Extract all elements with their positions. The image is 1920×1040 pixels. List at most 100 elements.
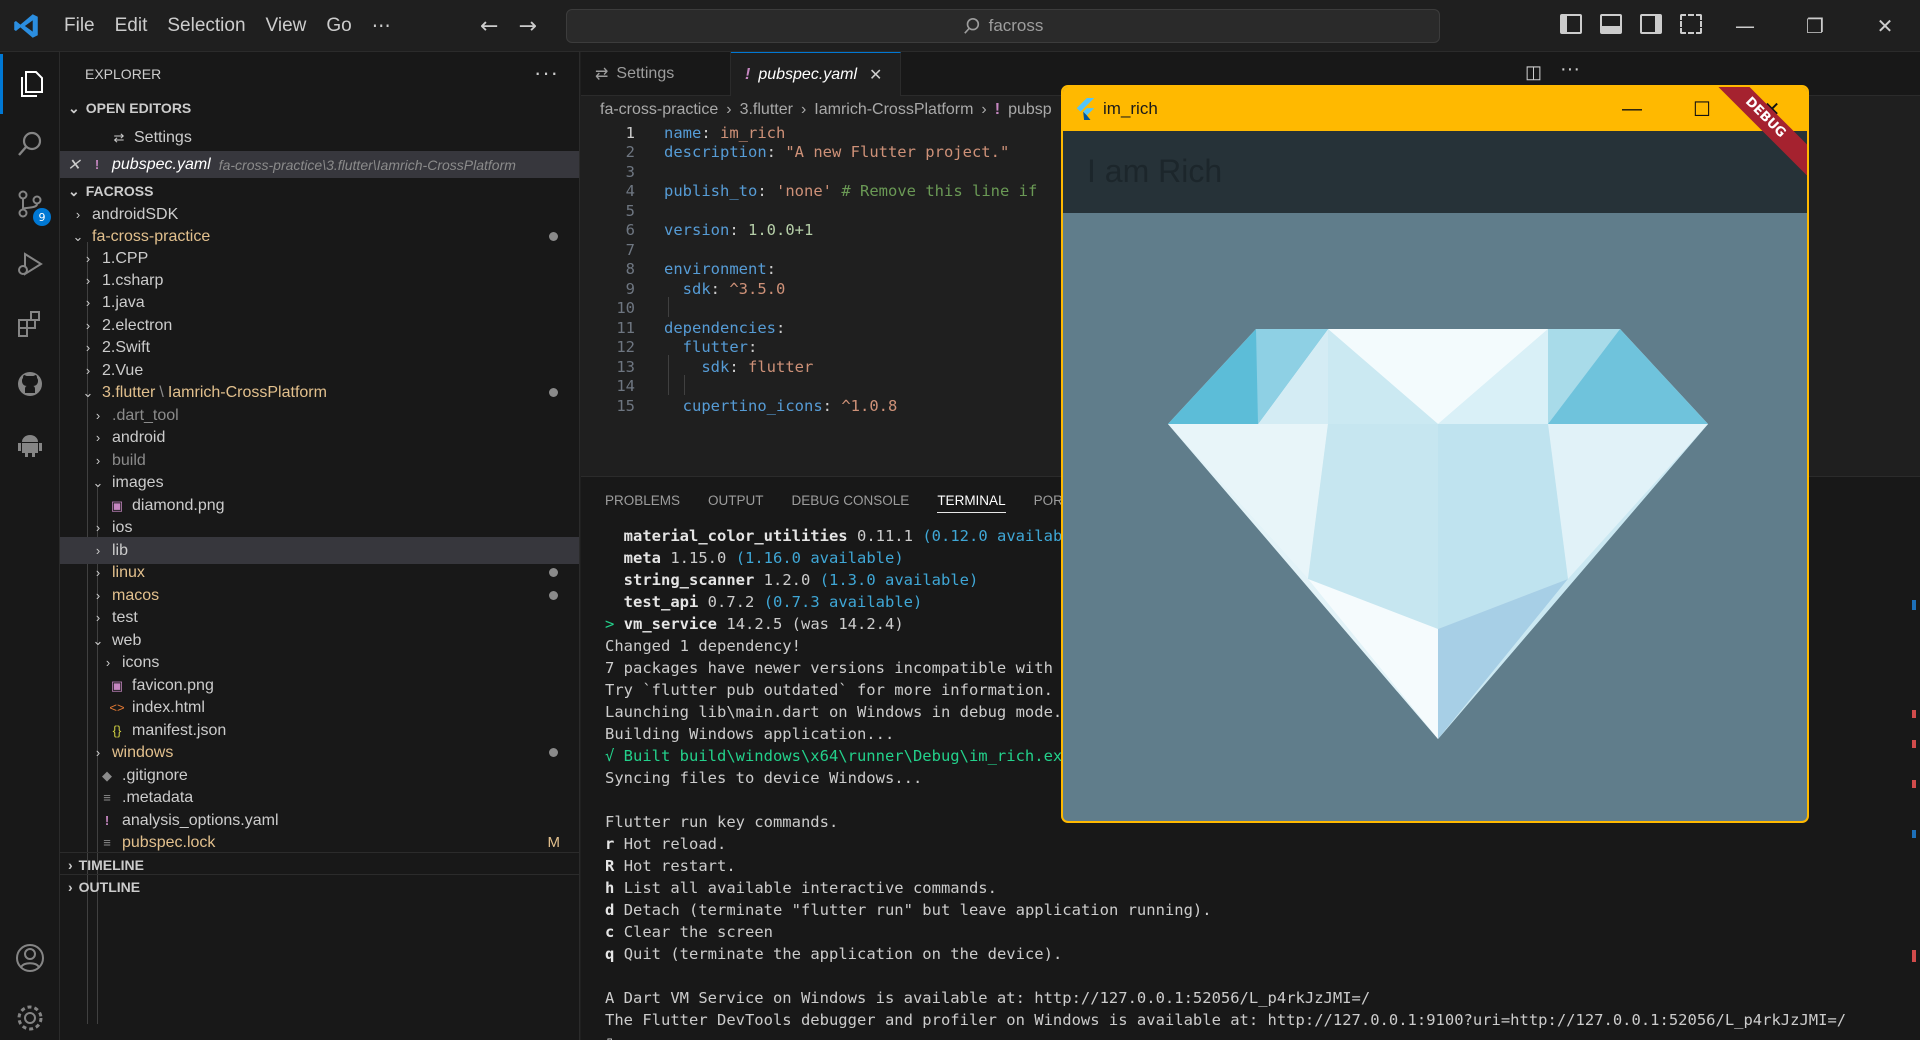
chevron-right-icon: › xyxy=(95,588,101,603)
flutter-app-window: im_rich — ☐ ✕ I am Rich DEBUG xyxy=(1061,85,1809,823)
breadcrumb-item[interactable]: 3.flutter xyxy=(740,101,793,119)
chevron-right-icon: › xyxy=(95,610,101,625)
chevron-right-icon: › xyxy=(85,363,91,378)
vscode-logo-icon xyxy=(14,14,38,38)
menu-go[interactable]: Go xyxy=(316,15,361,37)
menu-file[interactable]: File xyxy=(54,15,105,37)
settings-file-icon: ⇄ xyxy=(595,66,609,83)
scm-badge: 9 xyxy=(33,208,51,226)
search-activity[interactable] xyxy=(0,114,60,174)
close-tab-icon[interactable]: ✕ xyxy=(869,65,882,85)
breadcrumb-item[interactable]: Iamrich-CrossPlatform xyxy=(814,101,973,119)
menu-view[interactable]: View xyxy=(256,15,317,37)
tab-terminal[interactable]: TERMINAL xyxy=(937,493,1006,513)
close-icon[interactable]: ✕ xyxy=(1850,0,1920,52)
yaml-file-icon: ! xyxy=(104,813,110,828)
explorer-sidebar: EXPLORER ··· ⌄ OPEN EDITORS ⇄ Settings ✕… xyxy=(60,52,580,1040)
modified-dot xyxy=(549,748,558,757)
editor-more-icon[interactable]: ··· xyxy=(1560,58,1580,81)
scroll-marker xyxy=(1912,950,1916,962)
restore-icon[interactable]: ❐ xyxy=(1780,0,1850,52)
diamond-image xyxy=(1168,329,1708,739)
gear-icon xyxy=(17,1005,43,1031)
chevron-right-icon: › xyxy=(85,251,91,266)
chevron-down-icon: ⌄ xyxy=(68,99,80,116)
image-file-icon: ▣ xyxy=(110,497,124,513)
run-debug-icon xyxy=(18,252,43,276)
modified-dot xyxy=(549,568,558,577)
back-arrow-icon[interactable]: ← xyxy=(480,14,498,39)
breadcrumb-item[interactable]: fa-cross-practice xyxy=(600,101,718,119)
run-debug-activity[interactable] xyxy=(0,234,60,294)
android-activity[interactable] xyxy=(0,414,60,474)
menu-selection[interactable]: Selection xyxy=(157,15,255,37)
image-file-icon: ▣ xyxy=(110,677,124,693)
source-control-activity[interactable]: 9 xyxy=(0,174,60,234)
chevron-right-icon: › xyxy=(68,856,73,873)
scroll-marker xyxy=(1912,780,1916,788)
timeline-header[interactable]: › TIMELINE xyxy=(60,852,579,876)
yaml-file-icon: ! xyxy=(94,157,100,172)
open-editor-pubspec[interactable]: ✕ ! pubspec.yaml fa-cross-practice\3.flu… xyxy=(60,151,579,178)
toggle-panel-icon[interactable] xyxy=(1600,14,1622,34)
scroll-marker xyxy=(1912,600,1916,610)
toggle-primary-sidebar-icon[interactable] xyxy=(1560,14,1582,34)
tab-debug-console[interactable]: DEBUG CONSOLE xyxy=(792,493,910,513)
chevron-right-icon: › xyxy=(95,453,101,468)
scroll-marker xyxy=(1912,830,1916,838)
modified-dot xyxy=(549,591,558,600)
forward-arrow-icon[interactable]: → xyxy=(518,14,536,39)
yaml-file-icon: ! xyxy=(994,101,1001,118)
search-icon xyxy=(18,131,42,156)
activity-bar: 9 xyxy=(0,52,60,1040)
tab-output[interactable]: OUTPUT xyxy=(708,493,764,513)
explorer-activity[interactable] xyxy=(0,54,60,114)
chevron-right-icon: › xyxy=(105,655,111,670)
menu-more[interactable]: ⋯ xyxy=(362,15,401,38)
open-editors-header[interactable]: ⌄ OPEN EDITORS xyxy=(60,96,579,120)
tab-problems[interactable]: PROBLEMS xyxy=(605,493,680,513)
outline-header[interactable]: › OUTLINE xyxy=(60,874,579,898)
html-file-icon: <> xyxy=(109,700,125,715)
chevron-right-icon: › xyxy=(85,340,91,355)
customize-layout-icon[interactable] xyxy=(1680,14,1702,34)
text-file-icon: ≡ xyxy=(103,790,111,805)
command-center-search[interactable]: facross xyxy=(566,9,1440,43)
title-bar: File Edit Selection View Go ⋯ ← → facros… xyxy=(0,0,1920,52)
settings-file-icon: ⇄ xyxy=(113,129,125,145)
explorer-more-icon[interactable]: ··· xyxy=(534,60,559,86)
menu-edit[interactable]: Edit xyxy=(105,15,158,37)
toggle-secondary-sidebar-icon[interactable] xyxy=(1640,14,1662,34)
minimize-icon[interactable]: — xyxy=(1710,0,1780,52)
app-bar: I am Rich xyxy=(1063,131,1807,213)
json-file-icon: {} xyxy=(112,723,122,738)
app-title-bar[interactable]: im_rich — ☐ ✕ xyxy=(1063,87,1807,131)
search-text: facross xyxy=(988,16,1044,35)
chevron-right-icon: › xyxy=(95,543,101,558)
close-editor-icon[interactable]: ✕ xyxy=(60,155,88,175)
modified-flag: M xyxy=(547,834,561,851)
app-title: im_rich xyxy=(1103,99,1158,118)
chevron-right-icon: › xyxy=(95,430,101,445)
open-editor-settings[interactable]: ⇄ Settings xyxy=(60,124,579,151)
chevron-down-icon: ⌄ xyxy=(92,632,104,648)
accounts-activity[interactable] xyxy=(0,928,60,988)
nav-arrows: ← → xyxy=(480,14,537,39)
search-icon xyxy=(963,17,979,34)
extensions-activity[interactable] xyxy=(0,294,60,354)
chevron-down-icon: ⌄ xyxy=(92,474,104,490)
workspace-header[interactable]: ⌄ FACROSS xyxy=(60,179,579,203)
chevron-right-icon: › xyxy=(95,408,101,423)
app-minimize-icon[interactable]: — xyxy=(1597,87,1667,131)
app-bar-title: I am Rich xyxy=(1087,153,1223,189)
tab-pubspec[interactable]: ! pubspec.yaml ✕ xyxy=(731,52,901,96)
tab-settings[interactable]: ⇄ Settings xyxy=(581,52,731,96)
split-editor-icon[interactable]: ◫ xyxy=(1525,62,1542,83)
chevron-down-icon: ⌄ xyxy=(68,182,80,199)
github-activity[interactable] xyxy=(0,354,60,414)
menu-bar: File Edit Selection View Go ⋯ xyxy=(54,0,401,52)
manage-activity[interactable] xyxy=(0,988,60,1040)
files-icon xyxy=(20,71,43,97)
breadcrumb-item[interactable]: pubsp xyxy=(1008,101,1052,119)
chevron-right-icon: › xyxy=(85,273,91,288)
